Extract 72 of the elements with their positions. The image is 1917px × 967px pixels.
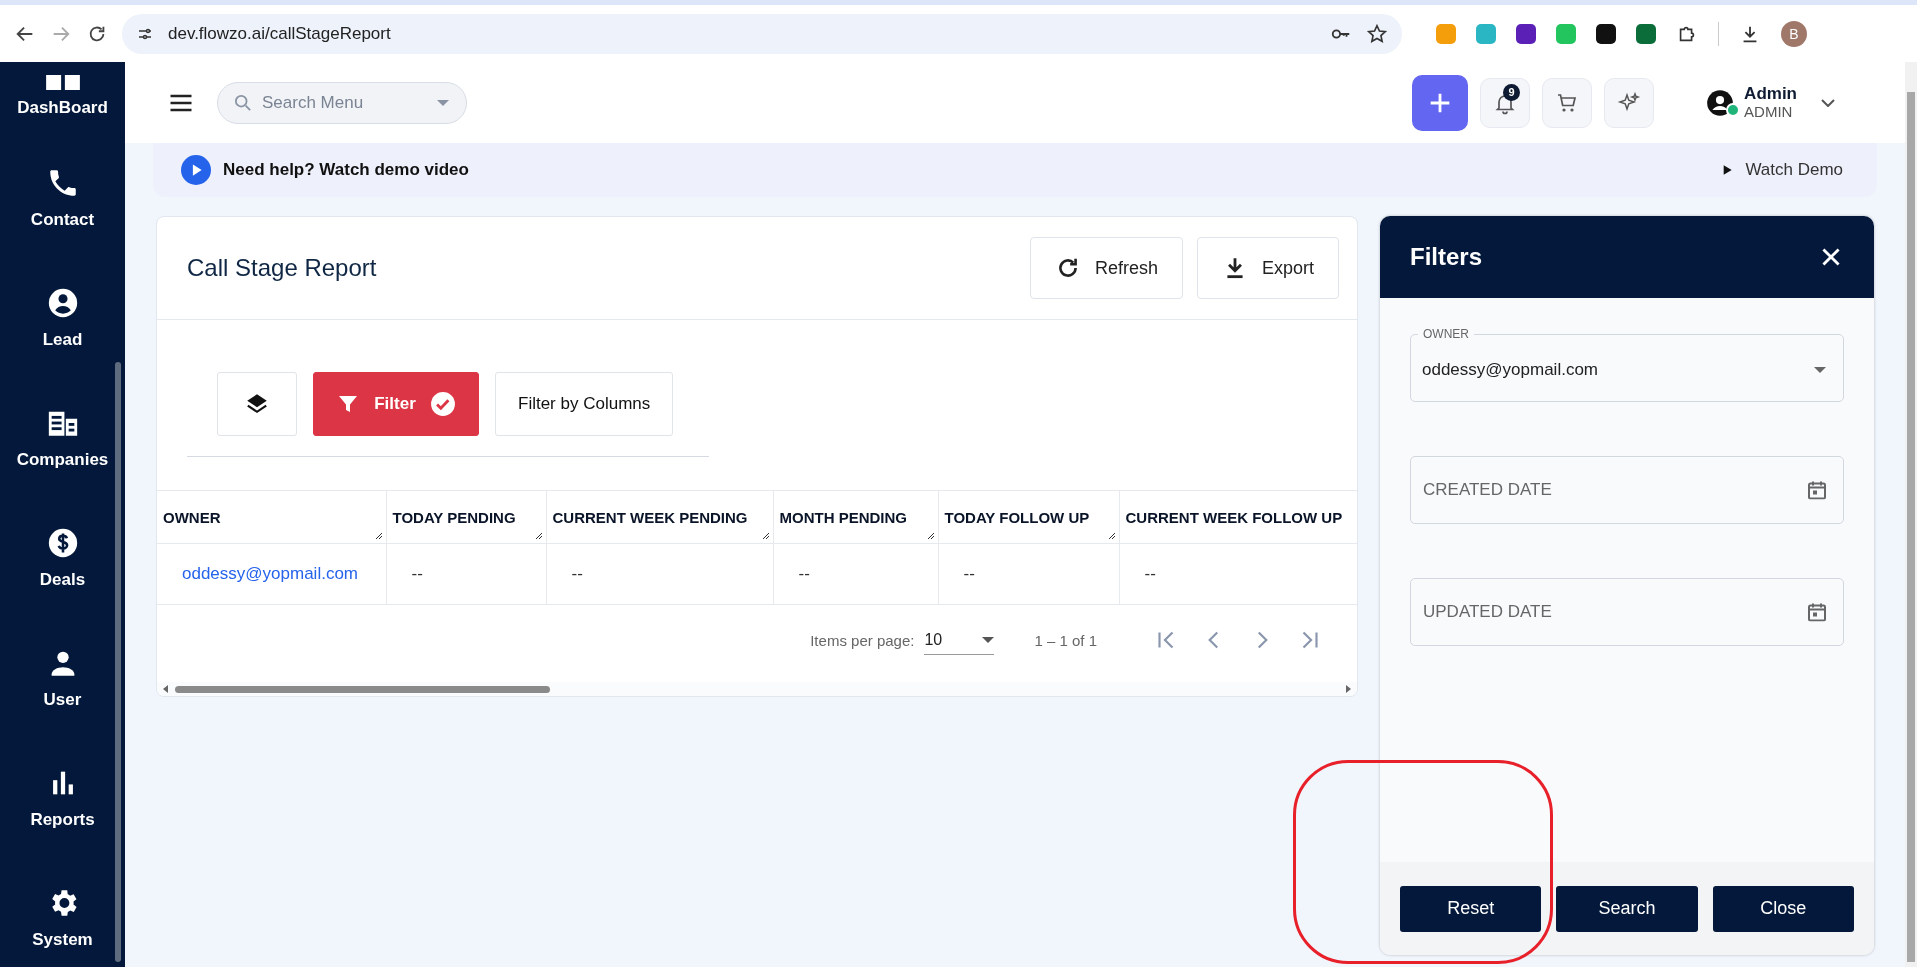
play-circle-icon: [181, 155, 211, 185]
items-per-page-label: Items per page:: [810, 631, 915, 649]
extension-icon[interactable]: [1516, 23, 1536, 44]
chevron-down-icon: [1821, 98, 1835, 107]
export-button[interactable]: Export: [1196, 237, 1339, 299]
date-field[interactable]: UPDATED DATE: [1410, 578, 1844, 646]
search-button[interactable]: Search: [1556, 885, 1698, 932]
watch-demo-link[interactable]: Watch Demo: [1713, 159, 1849, 181]
page-size-select[interactable]: 10: [924, 625, 995, 655]
search-icon: [235, 94, 251, 111]
address-bar[interactable]: dev.flowzo.ai/callStageReport: [122, 13, 1402, 54]
calendar-icon: [1808, 480, 1826, 500]
table-cell: --: [773, 543, 938, 605]
table-cell: --: [386, 543, 546, 605]
owner-link[interactable]: oddessy@yopmail.com: [182, 564, 358, 583]
star-icon: [1366, 22, 1388, 45]
user-avatar-icon: [1706, 88, 1735, 117]
caret-icon: [437, 99, 449, 106]
notifications-button[interactable]: 9: [1480, 77, 1531, 128]
notification-count: 9: [1503, 83, 1521, 101]
filter-button[interactable]: Filter: [313, 372, 479, 436]
online-status-dot: [1726, 102, 1741, 117]
resize-grip-icon[interactable]: [374, 532, 383, 540]
sidebar-item[interactable]: Deals: [0, 498, 125, 618]
column-header: TODAY FOLLOW UP: [938, 490, 1119, 544]
owner-select[interactable]: OWNER oddessy@yopmail.com: [1410, 326, 1844, 402]
close-button[interactable]: Close: [1712, 885, 1854, 932]
profile-avatar[interactable]: B: [1781, 20, 1807, 47]
resize-grip-icon[interactable]: [761, 532, 770, 540]
search-field[interactable]: Search Menu: [217, 81, 467, 124]
scroll-left-icon: [161, 684, 171, 694]
scrollbar-thumb[interactable]: [1907, 92, 1915, 962]
resize-grip-icon[interactable]: [534, 532, 543, 540]
url-text: dev.flowzo.ai/callStageReport: [168, 23, 392, 44]
sparkle-button[interactable]: [1604, 77, 1655, 128]
resize-grip-icon[interactable]: [926, 532, 935, 540]
sidebar-item[interactable]: Reports: [0, 738, 125, 858]
layers-button[interactable]: [217, 372, 297, 436]
cart-button[interactable]: [1542, 77, 1593, 128]
sidebar-item[interactable]: DashBoard: [0, 62, 125, 138]
column-header: OWNER: [157, 490, 386, 544]
table-cell: --: [938, 543, 1119, 605]
sidebar-item[interactable]: Companies: [0, 378, 125, 498]
date-field[interactable]: CREATED DATE: [1410, 456, 1844, 524]
reset-button[interactable]: Reset: [1400, 885, 1542, 932]
column-header: TODAY PENDING: [386, 490, 546, 544]
page-range: 1 – 1 of 1: [1034, 631, 1097, 649]
column-header: CURRENT WEEK PENDING: [546, 490, 773, 544]
help-text: Need help? Watch demo video: [223, 160, 469, 180]
sidebar-item[interactable]: Contact: [0, 138, 125, 258]
sidebar-item[interactable]: Lead: [0, 258, 125, 378]
extension-icon[interactable]: [1596, 23, 1616, 44]
scroll-right-icon: [1343, 684, 1353, 694]
caret-icon: [982, 636, 995, 643]
filters-title: Filters: [1410, 243, 1483, 271]
column-header: MONTH PENDING: [773, 490, 938, 544]
extension-icon[interactable]: [1636, 23, 1656, 44]
filter-by-columns-button[interactable]: Filter by Columns: [495, 372, 674, 436]
add-button[interactable]: [1412, 74, 1469, 131]
resize-grip-icon[interactable]: [1107, 532, 1116, 540]
table-cell: --: [546, 543, 773, 605]
user-name: Admin: [1744, 84, 1797, 104]
caret-icon: [1814, 367, 1826, 373]
dashboard-icon: [45, 75, 80, 90]
user-role: ADMIN: [1744, 103, 1794, 121]
scrollbar-thumb[interactable]: [175, 685, 550, 693]
report-title: Call Stage Report: [187, 254, 377, 282]
refresh-button[interactable]: Refresh: [1029, 237, 1183, 299]
check-circle-icon: [429, 391, 456, 417]
sidebar-item[interactable]: System: [0, 858, 125, 967]
sidebar-item[interactable]: User: [0, 618, 125, 738]
calendar-icon: [1808, 602, 1826, 622]
